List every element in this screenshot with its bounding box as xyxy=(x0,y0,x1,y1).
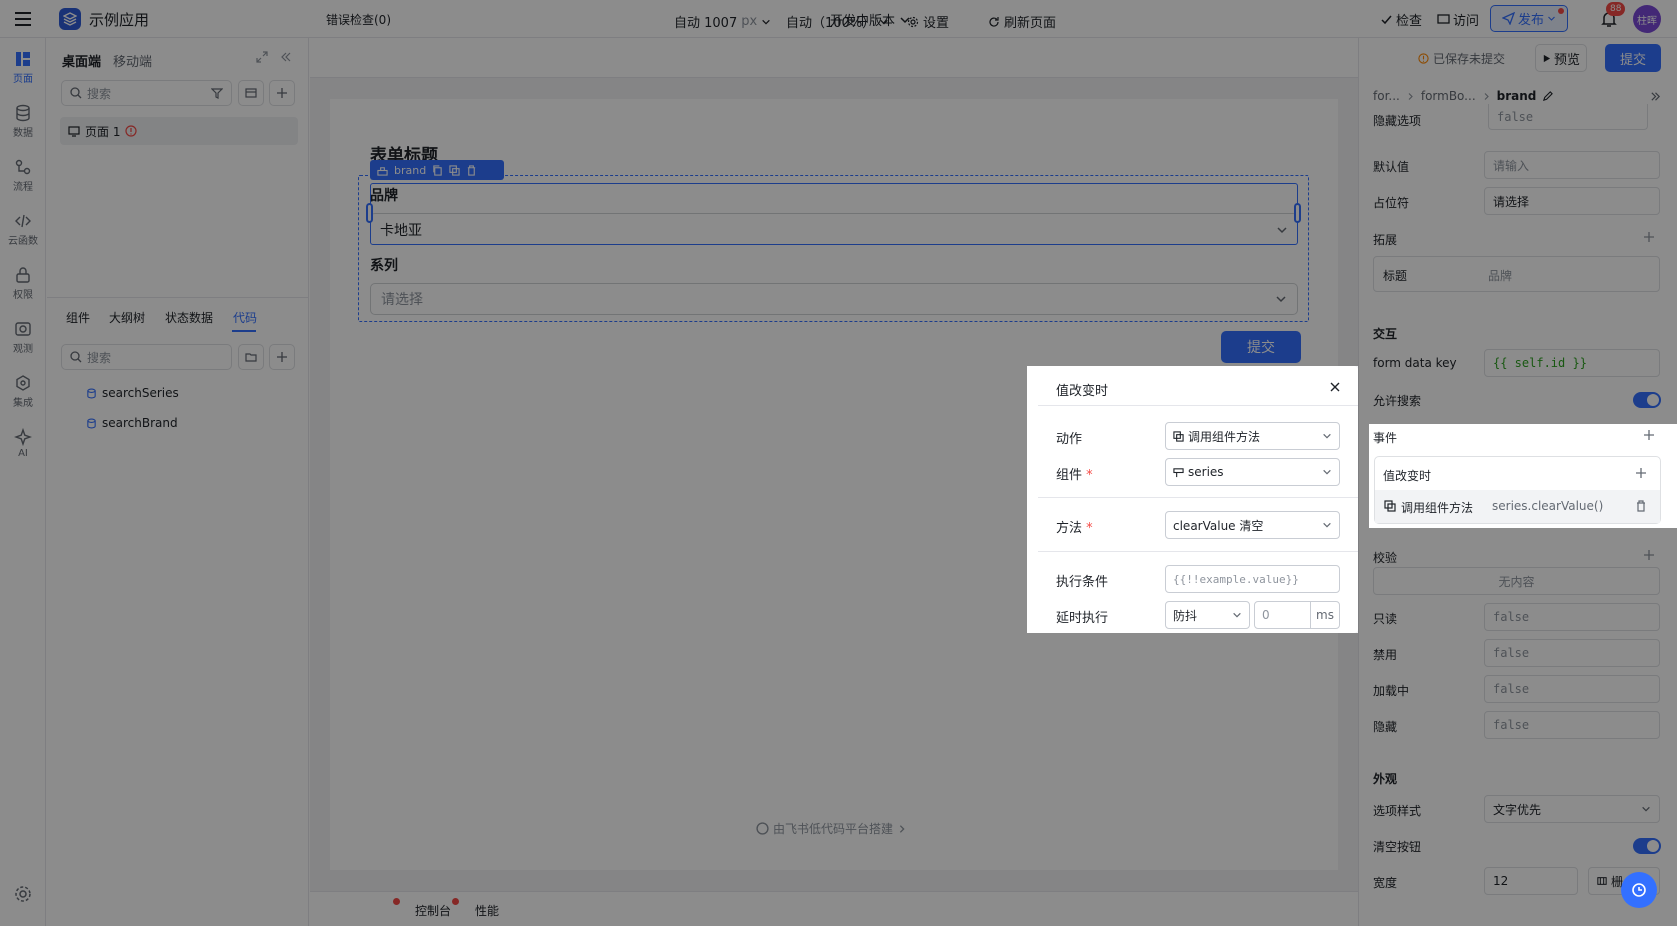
delay-unit: ms xyxy=(1310,602,1339,628)
delay-mode-select[interactable]: 防抖 xyxy=(1165,601,1250,629)
method-label-text: 方法 xyxy=(1056,521,1083,536)
condition-label: 执行条件 xyxy=(1056,575,1109,590)
action-value: 调用组件方法 xyxy=(1188,429,1261,444)
modal-backdrop[interactable] xyxy=(0,0,1027,926)
action-label: 动作 xyxy=(1056,432,1083,447)
event-action-label: 调用组件方法 xyxy=(1401,501,1474,515)
delay-input[interactable]: 0 ms xyxy=(1254,601,1340,629)
add-event-icon[interactable] xyxy=(1643,429,1657,443)
condition-input[interactable]: {{!!example.value}} xyxy=(1165,565,1340,593)
select-component-icon xyxy=(1173,467,1184,477)
method-value: clearValue 清空 xyxy=(1173,518,1264,533)
component-method-icon xyxy=(1173,430,1184,442)
event-name[interactable]: 值改变时 xyxy=(1383,467,1431,484)
events-label: 事件 xyxy=(1373,431,1398,445)
divider xyxy=(1038,551,1358,552)
delay-label: 延时执行 xyxy=(1056,611,1109,626)
chevron-down-icon xyxy=(1323,469,1331,475)
chevron-down-icon xyxy=(1323,433,1331,439)
delay-mode-value: 防抖 xyxy=(1173,608,1198,623)
dialog-title: 值改变时 xyxy=(1056,384,1109,399)
method-label: 方法 * xyxy=(1056,517,1093,536)
method-select[interactable]: clearValue 清空 xyxy=(1165,511,1340,539)
divider xyxy=(1038,497,1358,498)
event-action-target: series.clearValue() xyxy=(1492,499,1604,513)
help-support-icon[interactable] xyxy=(1621,872,1657,908)
modal-backdrop[interactable] xyxy=(1369,528,1677,926)
divider xyxy=(1038,405,1358,406)
modal-backdrop[interactable] xyxy=(1358,366,1369,633)
add-action-icon[interactable] xyxy=(1635,467,1649,481)
component-value: series xyxy=(1188,465,1224,479)
chevron-down-icon xyxy=(1233,612,1241,618)
trash-icon[interactable] xyxy=(1635,500,1647,512)
modal-backdrop[interactable] xyxy=(1027,633,1369,926)
required-mark: * xyxy=(1082,468,1093,483)
modal-backdrop[interactable] xyxy=(1369,0,1677,424)
component-label-text: 组件 xyxy=(1056,468,1083,483)
chevron-down-icon xyxy=(1323,522,1331,528)
action-select[interactable]: 调用组件方法 xyxy=(1165,422,1340,450)
required-mark: * xyxy=(1082,521,1093,536)
delay-value: 0 xyxy=(1262,608,1270,622)
component-label: 组件 * xyxy=(1056,464,1093,483)
component-method-icon xyxy=(1384,500,1396,512)
close-icon[interactable] xyxy=(1328,380,1342,394)
modal-backdrop[interactable] xyxy=(1027,0,1369,366)
component-select[interactable]: series xyxy=(1165,458,1340,486)
